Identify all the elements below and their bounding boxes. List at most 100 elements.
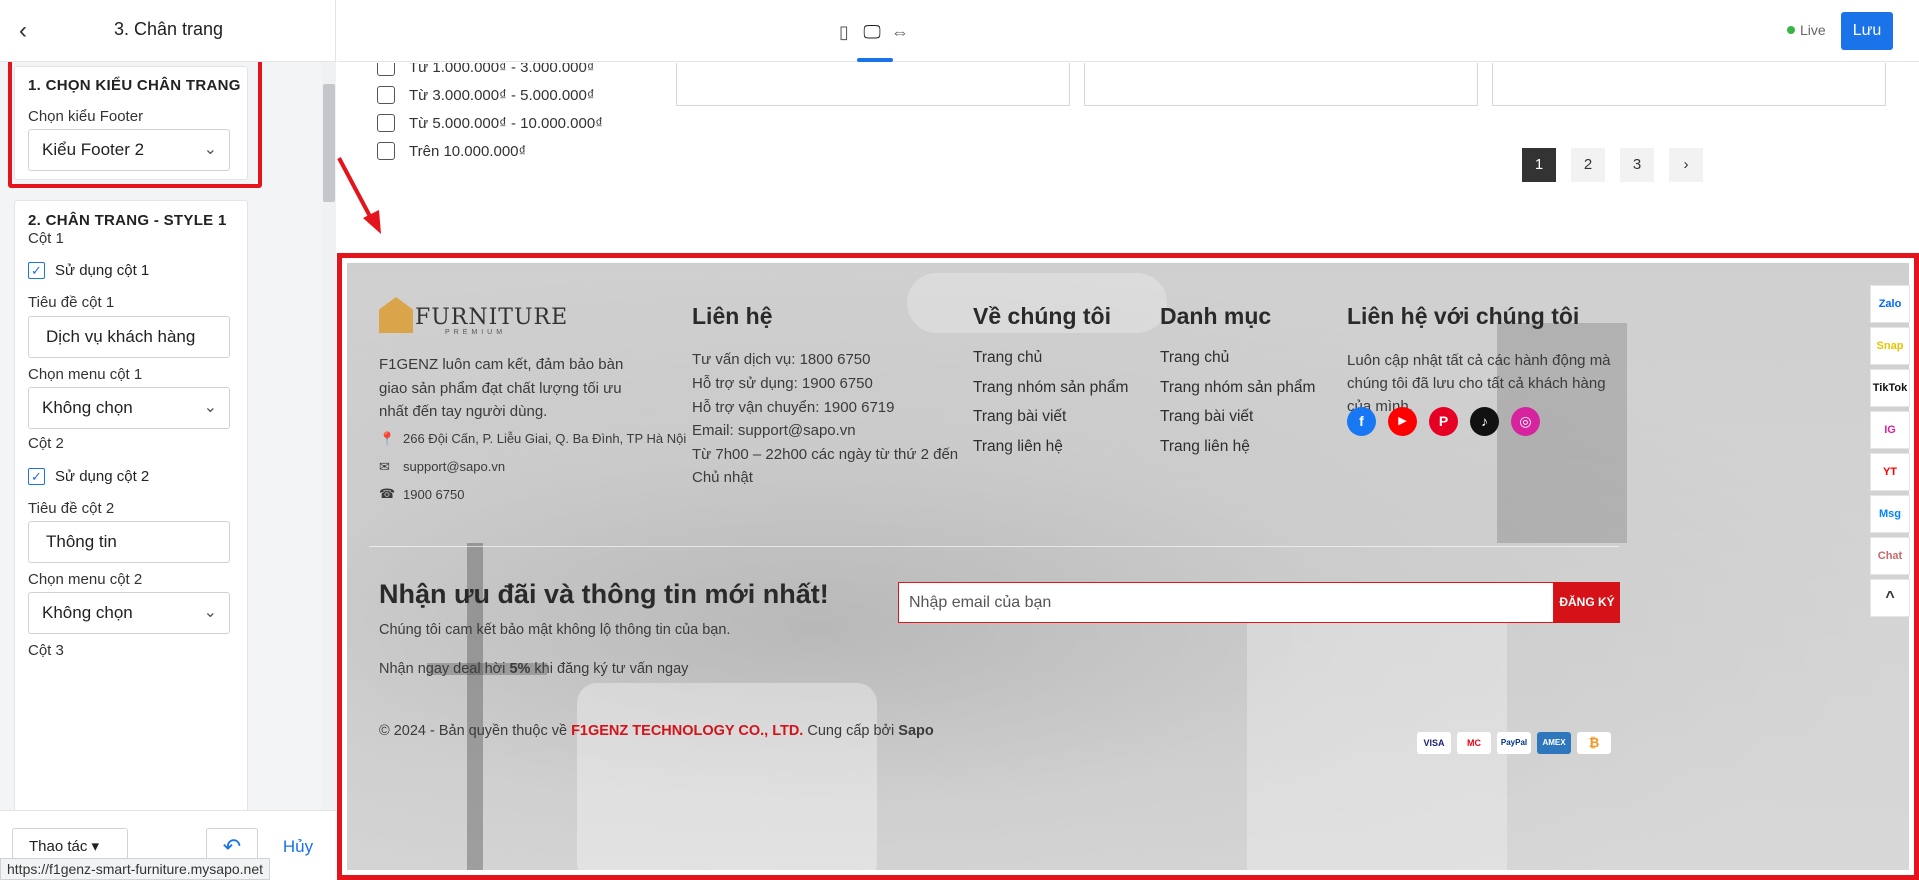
copyright-company-link[interactable]: F1GENZ TECHNOLOGY CO., LTD.	[571, 723, 803, 739]
editor-topbar: ▯ 🖵 ⇔ Live Lưu	[337, 0, 1919, 62]
price-filter-item[interactable]: Từ 5.000.000₫ - 10.000.000₫	[377, 114, 603, 132]
tiktok-icon[interactable]: ♪	[1470, 407, 1499, 436]
copyright-text: © 2024 - Bản quyền thuộc về F1GENZ TECHN…	[379, 723, 934, 739]
newsletter-title: Nhận ưu đãi và thông tin mới nhất!	[379, 579, 829, 609]
product-card[interactable]	[1084, 63, 1478, 106]
field-label: Tiêu đề cột 1	[28, 294, 115, 311]
use-col1-checkbox[interactable]: ✓ Sử dụng cột 1	[28, 262, 149, 279]
price-filter-item[interactable]: Trên 10.000.000₫	[377, 142, 526, 160]
page-next-button[interactable]: ›	[1669, 148, 1703, 182]
messenger-icon[interactable]: Msg	[1870, 495, 1910, 533]
snapchat-icon[interactable]: Snap	[1870, 327, 1910, 365]
instagram-icon[interactable]: ◎	[1511, 407, 1540, 436]
product-card[interactable]	[1492, 63, 1886, 106]
checkbox[interactable]	[377, 114, 395, 132]
subscribe-button[interactable]: ĐĂNG KÝ	[1554, 582, 1620, 623]
footer-link[interactable]: Trang chủ	[973, 349, 1042, 367]
contact-line: Hỗ trợ vận chuyển: 1900 6719	[692, 399, 895, 416]
price-filter-label: Từ 5.000.000₫ - 10.000.000₫	[409, 114, 603, 132]
field-label: Chọn kiểu Footer	[28, 108, 144, 125]
footer-link[interactable]: Trang bài viết	[973, 408, 1066, 426]
price-filter-label: Từ 1.000.000₫ - 3.000.000₫	[409, 63, 595, 76]
col2-title-input[interactable]: Thông tin	[28, 521, 230, 563]
select-value: Kiểu Footer 2	[42, 140, 145, 159]
social-title: Liên hệ với chúng tôi	[1347, 303, 1580, 329]
contact-title: Liên hệ	[692, 303, 773, 329]
checkbox[interactable]	[377, 63, 395, 76]
footer-link[interactable]: Trang liên hệ	[1160, 438, 1250, 456]
paypal-icon: PayPal	[1497, 732, 1531, 754]
fullwidth-view-icon[interactable]: ⇔	[888, 20, 912, 44]
contact-line: Từ 7h00 – 22h00 các ngày từ thứ 2 đến	[692, 446, 959, 463]
deal-prefix: Nhận ngay deal hời	[379, 661, 510, 677]
section-title: 1. CHỌN KIỂU CHÂN TRANG	[28, 77, 241, 94]
location-icon: 📍	[379, 431, 396, 446]
live-status: Live	[1787, 22, 1826, 38]
tiktok-icon[interactable]: TikTok	[1870, 369, 1910, 407]
footer-divider	[369, 546, 1619, 547]
contact-line: Tư vấn dịch vụ: 1800 6750	[692, 351, 871, 368]
chat-support-icon[interactable]: Chat	[1870, 537, 1910, 575]
contact-line: Email: support@sapo.vn	[692, 422, 856, 439]
cancel-button[interactable]: Hủy	[272, 828, 324, 866]
zalo-icon[interactable]: Zalo	[1870, 285, 1910, 323]
save-button[interactable]: Lưu	[1841, 12, 1893, 50]
price-filter-item[interactable]: Từ 1.000.000₫ - 3.000.000₫	[377, 63, 595, 76]
instagram-icon[interactable]: IG	[1870, 411, 1910, 449]
deal-text: Nhận ngay deal hời 5% khi đăng ký tư vấn…	[379, 661, 688, 677]
page-button-1[interactable]: 1	[1522, 148, 1556, 182]
about-us-title: Về chúng tôi	[973, 303, 1111, 329]
newsletter-email-input[interactable]: Nhập email của bạn	[898, 582, 1554, 623]
page-button-3[interactable]: 3	[1620, 148, 1654, 182]
active-view-indicator	[857, 58, 893, 62]
use-col2-checkbox[interactable]: ✓ Sử dụng cột 2	[28, 468, 149, 485]
col1-menu-select[interactable]: Không chọn ⌄	[28, 387, 230, 429]
column-heading: Cột 2	[28, 435, 64, 452]
col2-menu-select[interactable]: Không chọn ⌄	[28, 592, 230, 634]
footer-style1-card: 2. CHÂN TRANG - STYLE 1 Cột 1 ✓ Sử dụng …	[14, 200, 248, 810]
footer-highlight-box: FURNITURE PREMIUM F1GENZ luôn cam kết, đ…	[337, 253, 1919, 880]
youtube-icon[interactable]: ▶	[1388, 407, 1417, 436]
scrollbar-thumb[interactable]	[323, 84, 335, 202]
checkbox-label: Sử dụng cột 2	[55, 468, 150, 485]
live-label: Live	[1800, 22, 1826, 38]
price-filter-label: Trên 10.000.000₫	[409, 142, 527, 160]
checkbox-checked-icon[interactable]: ✓	[28, 468, 45, 485]
section-title: 2. CHÂN TRANG - STYLE 1	[28, 212, 227, 229]
brand-logo-icon	[379, 297, 413, 333]
desktop-view-icon[interactable]: 🖵	[860, 20, 884, 44]
brand-name: FURNITURE	[415, 305, 569, 330]
deal-percent: 5%	[509, 661, 531, 677]
footer-link[interactable]: Trang nhóm sản phẩm	[1160, 379, 1315, 397]
category-title: Danh mục	[1160, 303, 1272, 329]
provider-link[interactable]: Sapo	[898, 723, 933, 739]
mastercard-icon: MC	[1457, 732, 1491, 754]
footer-link[interactable]: Trang chủ	[1160, 349, 1229, 367]
pinterest-icon[interactable]: P	[1429, 407, 1458, 436]
contact-line: Chủ nhật	[692, 469, 753, 486]
back-to-top-icon[interactable]: ^	[1870, 579, 1910, 617]
chevron-left-icon[interactable]: ‹	[10, 17, 36, 45]
footer-link[interactable]: Trang nhóm sản phẩm	[973, 379, 1128, 397]
checkbox[interactable]	[377, 86, 395, 104]
mobile-view-icon[interactable]: ▯	[832, 20, 856, 44]
footer-link[interactable]: Trang bài viết	[1160, 408, 1253, 426]
footer-link[interactable]: Trang liên hệ	[973, 438, 1063, 456]
select-value: Không chọn	[42, 603, 133, 622]
phone-icon: ☎	[379, 486, 396, 501]
annotation-arrow-icon	[337, 157, 381, 234]
page-button-2[interactable]: 2	[1571, 148, 1605, 182]
address-text: 266 Đội Cấn, P. Liễu Giai, Q. Ba Đình, T…	[403, 431, 687, 446]
chevron-down-icon: ⌄	[203, 399, 217, 416]
price-filter-item[interactable]: Từ 3.000.000₫ - 5.000.000₫	[377, 86, 595, 104]
facebook-icon[interactable]: f	[1347, 407, 1376, 436]
col1-title-input[interactable]: Dịch vụ khách hàng	[28, 316, 230, 358]
site-preview: Từ 1.000.000₫ - 3.000.000₫ Từ 3.000.000₫…	[337, 63, 1919, 880]
settings-scroll-area[interactable]: 1. CHỌN KIỂU CHÂN TRANG Chọn kiểu Footer…	[0, 62, 336, 810]
youtube-icon[interactable]: YT	[1870, 453, 1910, 491]
product-card[interactable]	[676, 63, 1070, 106]
amex-icon: AMEX	[1537, 732, 1571, 754]
contact-line: Hỗ trợ sử dụng: 1900 6750	[692, 375, 873, 392]
checkbox-checked-icon[interactable]: ✓	[28, 262, 45, 279]
footer-style-select[interactable]: Kiểu Footer 2 ⌄	[28, 129, 230, 171]
